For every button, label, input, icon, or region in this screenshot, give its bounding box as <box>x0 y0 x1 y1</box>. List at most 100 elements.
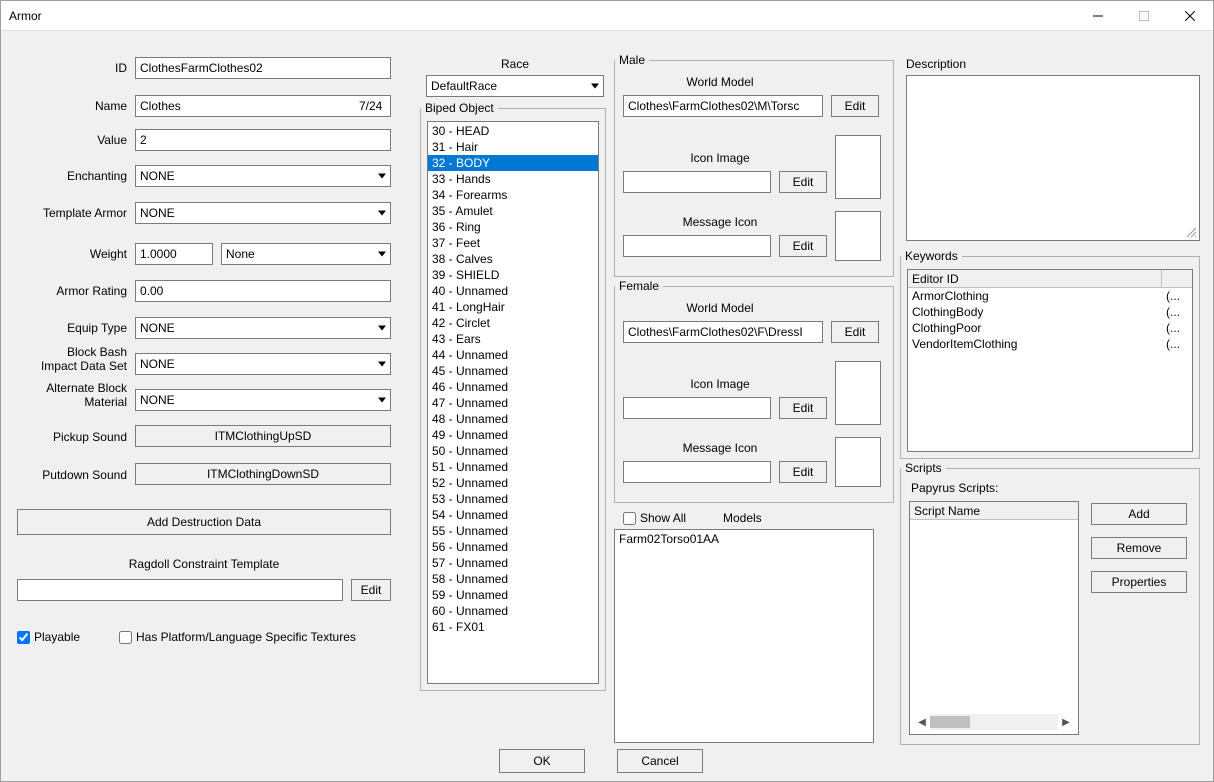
biped-item[interactable]: 61 - FX01 <box>428 619 598 635</box>
weight-type-combobox[interactable]: None <box>221 243 391 265</box>
male-world-model-edit-button[interactable]: Edit <box>831 95 879 117</box>
keywords-header-editor-id[interactable]: Editor ID <box>908 270 1162 287</box>
add-destruction-data-button[interactable]: Add Destruction Data <box>17 509 391 535</box>
value-field[interactable] <box>135 129 391 151</box>
show-all-checkbox-input[interactable] <box>623 512 636 525</box>
keyword-row[interactable]: ClothingPoor(... <box>908 320 1192 336</box>
biped-item[interactable]: 60 - Unnamed <box>428 603 598 619</box>
male-world-model-field[interactable] <box>623 95 823 117</box>
enchanting-combobox[interactable]: NONE <box>135 165 391 187</box>
keyword-extra: (... <box>1162 289 1192 303</box>
template-armor-combobox[interactable]: NONE <box>135 202 391 224</box>
male-message-icon-edit-button[interactable]: Edit <box>779 235 827 257</box>
scroll-right-icon[interactable]: ▶ <box>1058 714 1074 730</box>
scripts-add-button[interactable]: Add <box>1091 503 1187 525</box>
platform-textures-checkbox[interactable]: Has Platform/Language Specific Textures <box>119 630 356 644</box>
keywords-listview[interactable]: Editor ID ArmorClothing(...ClothingBody(… <box>907 269 1193 452</box>
maximize-button[interactable] <box>1121 1 1167 31</box>
id-field[interactable] <box>135 57 391 79</box>
playable-checkbox-input[interactable] <box>17 631 30 644</box>
biped-item[interactable]: 45 - Unnamed <box>428 363 598 379</box>
ragdoll-field[interactable] <box>17 579 343 601</box>
scripts-properties-button[interactable]: Properties <box>1091 571 1187 593</box>
biped-item[interactable]: 34 - Forearms <box>428 187 598 203</box>
playable-checkbox[interactable]: Playable <box>17 630 80 644</box>
biped-item[interactable]: 39 - SHIELD <box>428 267 598 283</box>
keywords-fieldset: Keywords Editor ID ArmorClothing(...Clot… <box>900 249 1200 459</box>
biped-item[interactable]: 53 - Unnamed <box>428 491 598 507</box>
biped-item[interactable]: 30 - HEAD <box>428 123 598 139</box>
biped-item[interactable]: 37 - Feet <box>428 235 598 251</box>
description-textarea[interactable] <box>906 75 1200 241</box>
close-button[interactable] <box>1167 1 1213 31</box>
minimize-button[interactable] <box>1075 1 1121 31</box>
male-icon-image-field[interactable] <box>623 171 771 193</box>
keyword-row[interactable]: ArmorClothing(... <box>908 288 1192 304</box>
biped-item[interactable]: 56 - Unnamed <box>428 539 598 555</box>
biped-item[interactable]: 32 - BODY <box>428 155 598 171</box>
cancel-button[interactable]: Cancel <box>617 749 703 773</box>
model-item[interactable]: Farm02Torso01AA <box>615 531 873 547</box>
female-icon-image-edit-button[interactable]: Edit <box>779 397 827 419</box>
pickup-sound-button[interactable]: ITMClothingUpSD <box>135 425 391 447</box>
biped-item[interactable]: 44 - Unnamed <box>428 347 598 363</box>
female-icon-image-field[interactable] <box>623 397 771 419</box>
female-message-icon-edit-button[interactable]: Edit <box>779 461 827 483</box>
biped-item[interactable]: 47 - Unnamed <box>428 395 598 411</box>
biped-item[interactable]: 48 - Unnamed <box>428 411 598 427</box>
biped-item[interactable]: 49 - Unnamed <box>428 427 598 443</box>
biped-item[interactable]: 41 - LongHair <box>428 299 598 315</box>
male-message-icon-preview <box>835 211 881 261</box>
platform-textures-checkbox-input[interactable] <box>119 631 132 644</box>
biped-item[interactable]: 38 - Calves <box>428 251 598 267</box>
biped-item[interactable]: 58 - Unnamed <box>428 571 598 587</box>
biped-item[interactable]: 55 - Unnamed <box>428 523 598 539</box>
biped-item[interactable]: 36 - Ring <box>428 219 598 235</box>
female-message-icon-field[interactable] <box>623 461 771 483</box>
male-message-icon-field[interactable] <box>623 235 771 257</box>
biped-item[interactable]: 52 - Unnamed <box>428 475 598 491</box>
male-legend: Male <box>615 53 649 67</box>
block-bash-combobox[interactable]: NONE <box>135 353 391 375</box>
biped-item[interactable]: 43 - Ears <box>428 331 598 347</box>
scripts-header-name[interactable]: Script Name <box>910 502 1078 519</box>
putdown-sound-button[interactable]: ITMClothingDownSD <box>135 463 391 485</box>
biped-item[interactable]: 54 - Unnamed <box>428 507 598 523</box>
name-label: Name <box>17 99 127 113</box>
keyword-row[interactable]: VendorItemClothing(... <box>908 336 1192 352</box>
scripts-listview[interactable]: Script Name ◀ ▶ <box>909 501 1079 735</box>
scripts-remove-button[interactable]: Remove <box>1091 537 1187 559</box>
female-world-model-edit-button[interactable]: Edit <box>831 321 879 343</box>
biped-item[interactable]: 50 - Unnamed <box>428 443 598 459</box>
scroll-thumb[interactable] <box>930 716 970 728</box>
keywords-header-extra[interactable] <box>1162 270 1192 287</box>
ok-button[interactable]: OK <box>499 749 585 773</box>
armor-rating-field[interactable] <box>135 280 391 302</box>
models-listbox[interactable]: Farm02Torso01AA <box>614 529 874 743</box>
keyword-extra: (... <box>1162 305 1192 319</box>
weight-field[interactable] <box>135 243 213 265</box>
biped-item[interactable]: 46 - Unnamed <box>428 379 598 395</box>
biped-object-listbox[interactable]: 30 - HEAD31 - Hair32 - BODY33 - Hands34 … <box>427 121 599 684</box>
scripts-hscrollbar[interactable]: ◀ ▶ <box>914 714 1074 730</box>
keyword-row[interactable]: ClothingBody(... <box>908 304 1192 320</box>
name-field[interactable] <box>135 95 391 117</box>
male-icon-image-edit-button[interactable]: Edit <box>779 171 827 193</box>
biped-item[interactable]: 35 - Amulet <box>428 203 598 219</box>
biped-item[interactable]: 33 - Hands <box>428 171 598 187</box>
biped-item[interactable]: 59 - Unnamed <box>428 587 598 603</box>
biped-item[interactable]: 42 - Circlet <box>428 315 598 331</box>
male-message-icon-label: Message Icon <box>625 215 815 229</box>
biped-item[interactable]: 40 - Unnamed <box>428 283 598 299</box>
race-combobox[interactable]: DefaultRace <box>426 75 604 97</box>
female-world-model-field[interactable] <box>623 321 823 343</box>
ragdoll-edit-button[interactable]: Edit <box>351 579 391 601</box>
keyword-extra: (... <box>1162 337 1192 351</box>
biped-item[interactable]: 31 - Hair <box>428 139 598 155</box>
equip-type-combobox[interactable]: NONE <box>135 317 391 339</box>
alternate-block-combobox[interactable]: NONE <box>135 389 391 411</box>
scroll-left-icon[interactable]: ◀ <box>914 714 930 730</box>
biped-item[interactable]: 57 - Unnamed <box>428 555 598 571</box>
biped-item[interactable]: 51 - Unnamed <box>428 459 598 475</box>
show-all-checkbox[interactable]: Show All <box>623 511 686 525</box>
